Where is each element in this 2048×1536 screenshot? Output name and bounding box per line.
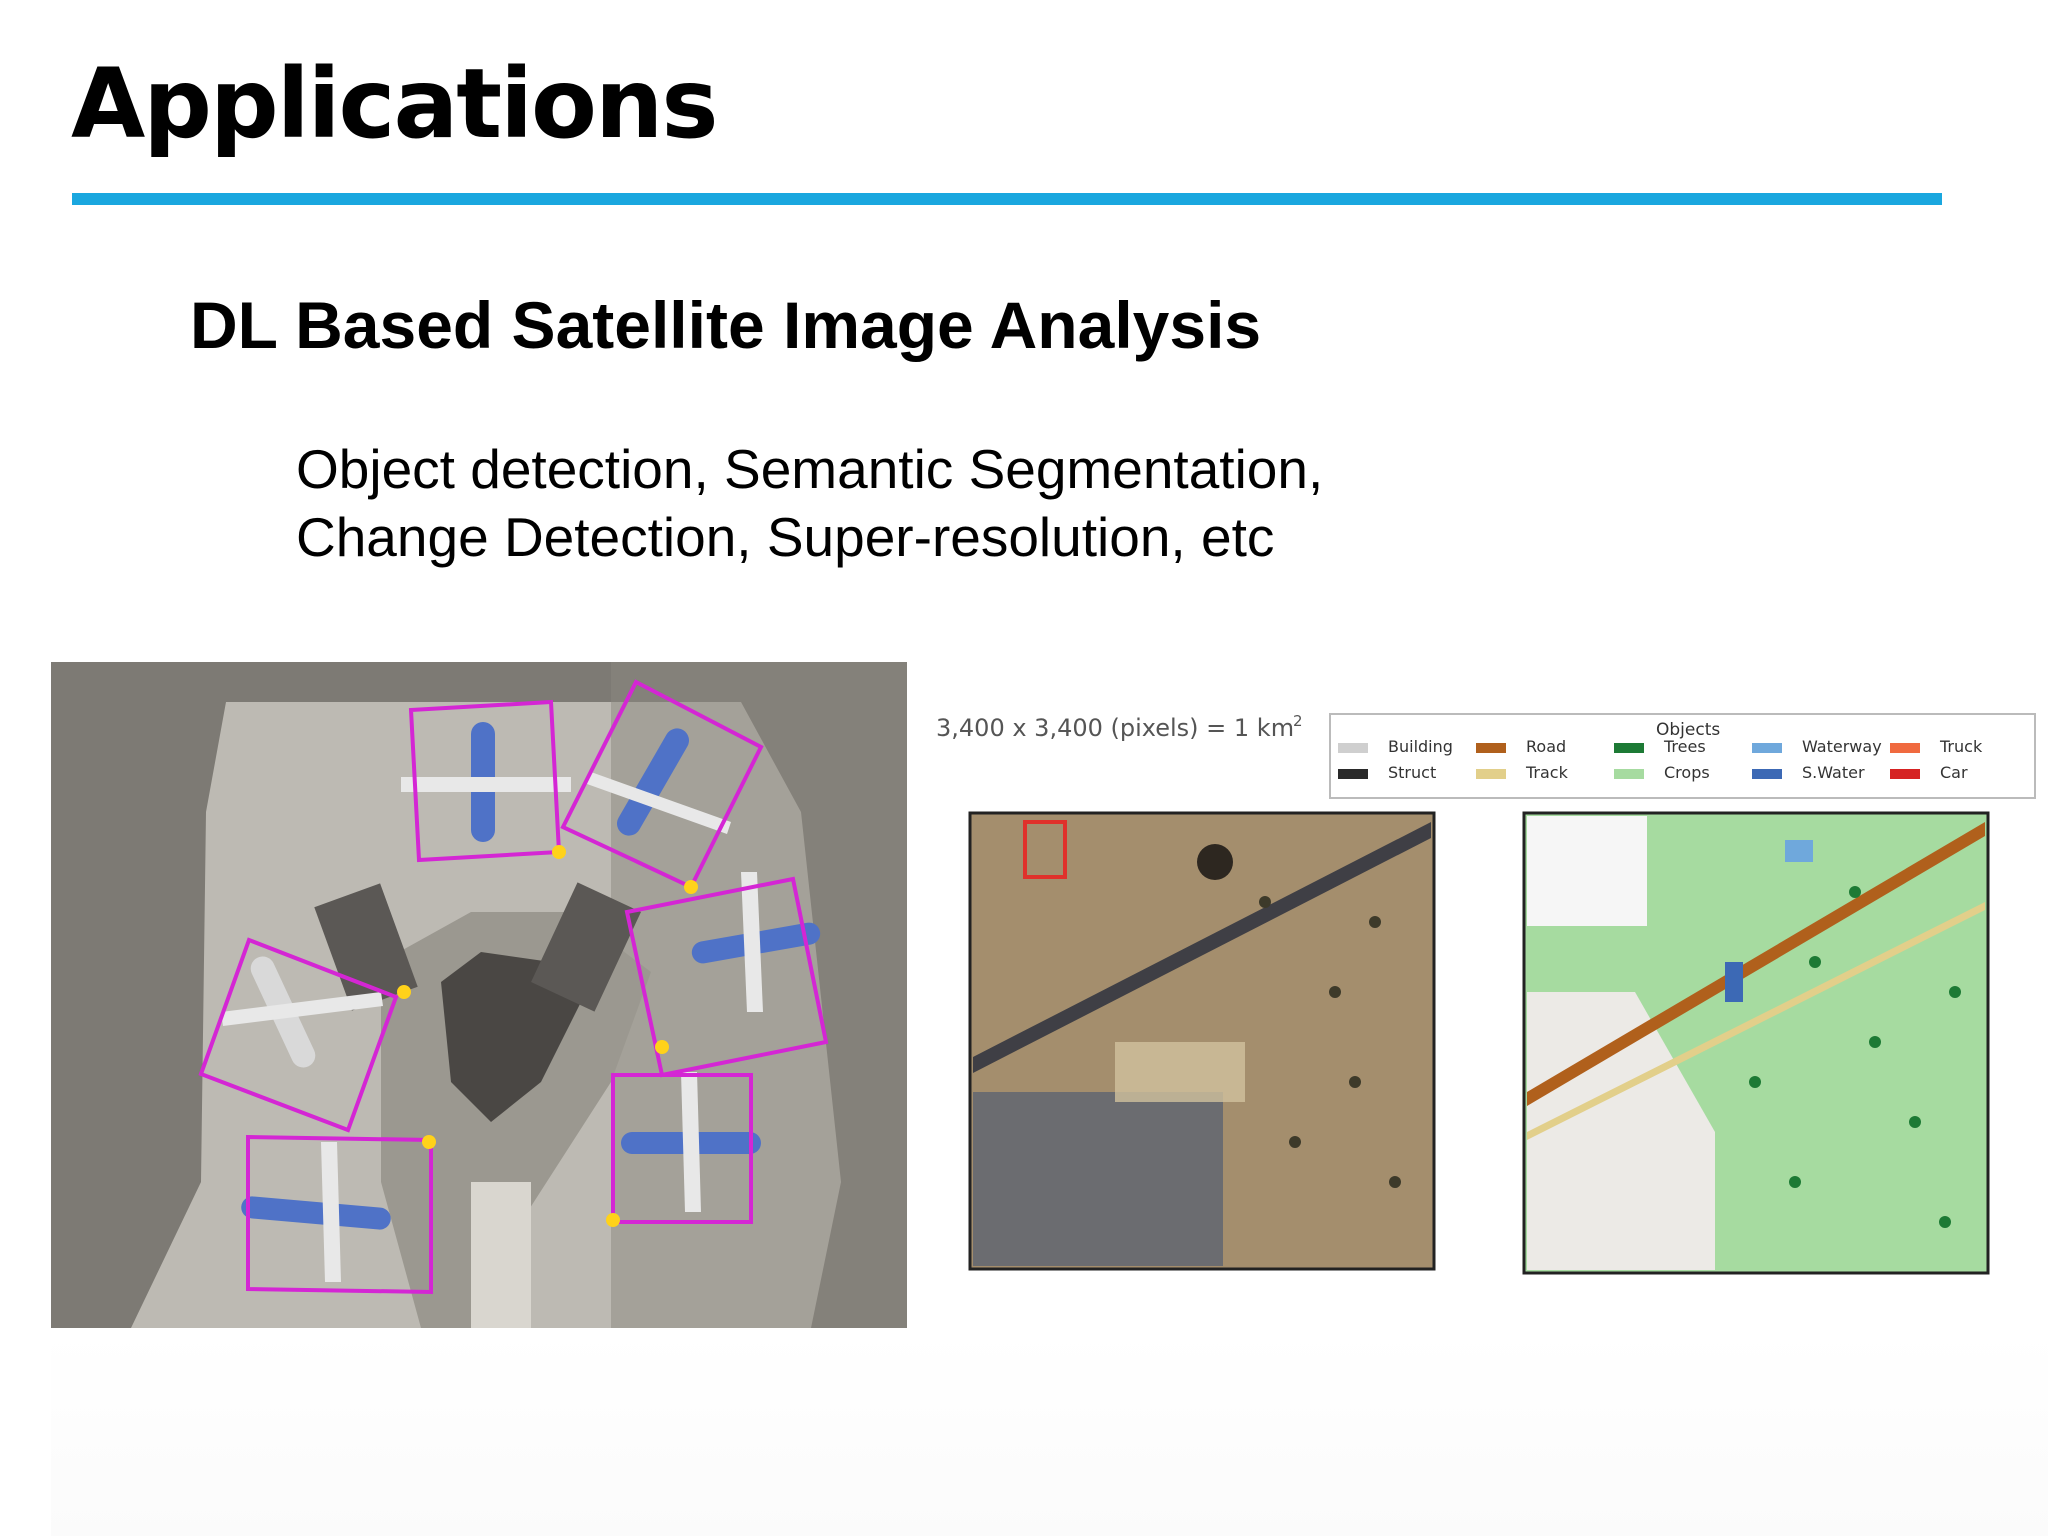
legend-label: S.Water xyxy=(1802,763,1865,782)
legend-label: Struct xyxy=(1388,763,1436,782)
scale-text: 3,400 x 3,400 (pixels) = 1 km xyxy=(936,714,1294,742)
legend-swatch xyxy=(1476,769,1506,779)
body-line-1: Object detection, Semantic Segmentation, xyxy=(296,438,1324,500)
legend-swatch xyxy=(1890,743,1920,753)
legend-label: Building xyxy=(1388,737,1453,756)
airport-detection-image xyxy=(51,662,907,1328)
title-underline xyxy=(72,193,1942,205)
slide-title: Applications xyxy=(71,48,718,160)
slide-subtitle: DL Based Satellite Image Analysis xyxy=(190,288,1262,362)
bottom-fade xyxy=(51,1330,2048,1536)
body-line-2: Change Detection, Super-resolution, etc xyxy=(296,506,1275,568)
legend-label: Truck xyxy=(1939,737,1983,756)
legend-swatch xyxy=(1338,743,1368,753)
legend-swatch xyxy=(1338,769,1368,779)
satellite-photo xyxy=(968,811,1436,1271)
legend-swatch xyxy=(1890,769,1920,779)
legend-label: Trees xyxy=(1663,737,1706,756)
legend-swatch xyxy=(1614,743,1644,753)
slide: Applications DL Based Satellite Image An… xyxy=(0,0,2048,1536)
scale-superscript: 2 xyxy=(1293,712,1303,730)
legend-label: Crops xyxy=(1664,763,1710,782)
legend-swatch xyxy=(1614,769,1644,779)
legend-swatch xyxy=(1752,769,1782,779)
segmentation-map xyxy=(1522,811,1990,1275)
segmentation-figure: 3,400 x 3,400 (pixels) = 1 km 2 Objects … xyxy=(915,662,2048,1282)
legend-label: Road xyxy=(1526,737,1566,756)
legend-swatch xyxy=(1752,743,1782,753)
legend-label: Waterway xyxy=(1802,737,1882,756)
legend-label: Car xyxy=(1940,763,1968,782)
legend-label: Track xyxy=(1525,763,1569,782)
legend-swatch xyxy=(1476,743,1506,753)
